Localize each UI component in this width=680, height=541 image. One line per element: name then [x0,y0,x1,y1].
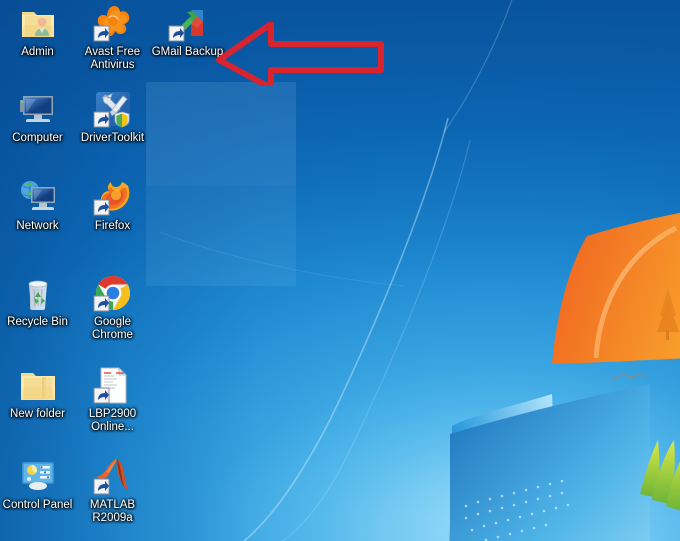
computer-icon [17,88,59,130]
desktop-icon-label: Google Chrome [92,316,133,341]
shortcut-overlay-icon [93,478,109,495]
shortcut-overlay-icon [168,25,184,42]
shortcut-overlay-icon [93,111,109,128]
desktop-icon-label: Recycle Bin [7,316,68,328]
matlab-icon [92,455,134,497]
user-folder-icon [17,2,59,44]
firefox-icon [92,176,134,218]
desktop-icon-matlab-r2009a[interactable]: MATLAB R2009a [75,455,150,524]
desktop-icon-new-folder[interactable]: New folder [0,364,75,421]
desktop-icon-label: GMail Backup [151,46,224,58]
desktop-icon-label: New folder [10,408,65,420]
recycle-bin-icon [17,272,59,314]
desktop-icon-lbp2900-online[interactable]: LBP2900 Online... [75,364,150,433]
desktop-icon-label: Computer [12,132,63,144]
desktop-icon-firefox[interactable]: Firefox [75,176,150,233]
desktop-icon-recycle-bin[interactable]: Recycle Bin [0,272,75,329]
shortcut-overlay-icon [93,25,109,42]
avast-icon [92,2,134,44]
desktop-icon-control-panel[interactable]: Control Panel [0,455,75,512]
desktop-icon-drivertoolkit[interactable]: DriverToolkit [75,88,150,145]
control-panel-icon [17,455,59,497]
desktop-icon-label: LBP2900 Online... [88,408,137,433]
gmail-backup-icon [167,2,209,44]
wallpaper-flat-rect-upper [146,82,296,186]
desktop-icon-admin[interactable]: Admin [0,2,75,59]
document-icon [92,364,134,406]
folder-icon [17,364,59,406]
desktop-icon-label: Network [16,220,59,232]
chrome-icon [92,272,134,314]
shortcut-overlay-icon [93,387,109,404]
desktop-icon-google-chrome[interactable]: Google Chrome [75,272,150,341]
desktop-icon-label: Firefox [94,220,131,232]
desktop-icon-network[interactable]: Network [0,176,75,233]
desktop-icon-label: Avast Free Antivirus [84,46,141,71]
desktop-icon-label: Admin [21,46,54,58]
shortcut-overlay-icon [93,199,109,216]
desktop-icon-gmail-backup[interactable]: GMail Backup [150,2,225,59]
desktop-icon-avast-free-antivirus[interactable]: Avast Free Antivirus [75,2,150,71]
shortcut-overlay-icon [93,295,109,312]
driver-toolkit-icon [92,88,134,130]
desktop-icon-grid: Admin Avast Free Antivirus GMail Backup … [0,0,223,541]
desktop-icon-label: DriverToolkit [80,132,145,144]
desktop-icon-label: Control Panel [2,499,73,511]
wallpaper-flat-rect-lower [146,186,296,286]
desktop-icon-label: MATLAB R2009a [89,499,136,524]
desktop-icon-computer[interactable]: Computer [0,88,75,145]
desktop[interactable]: Admin Avast Free Antivirus GMail Backup … [0,0,680,541]
network-icon [17,176,59,218]
